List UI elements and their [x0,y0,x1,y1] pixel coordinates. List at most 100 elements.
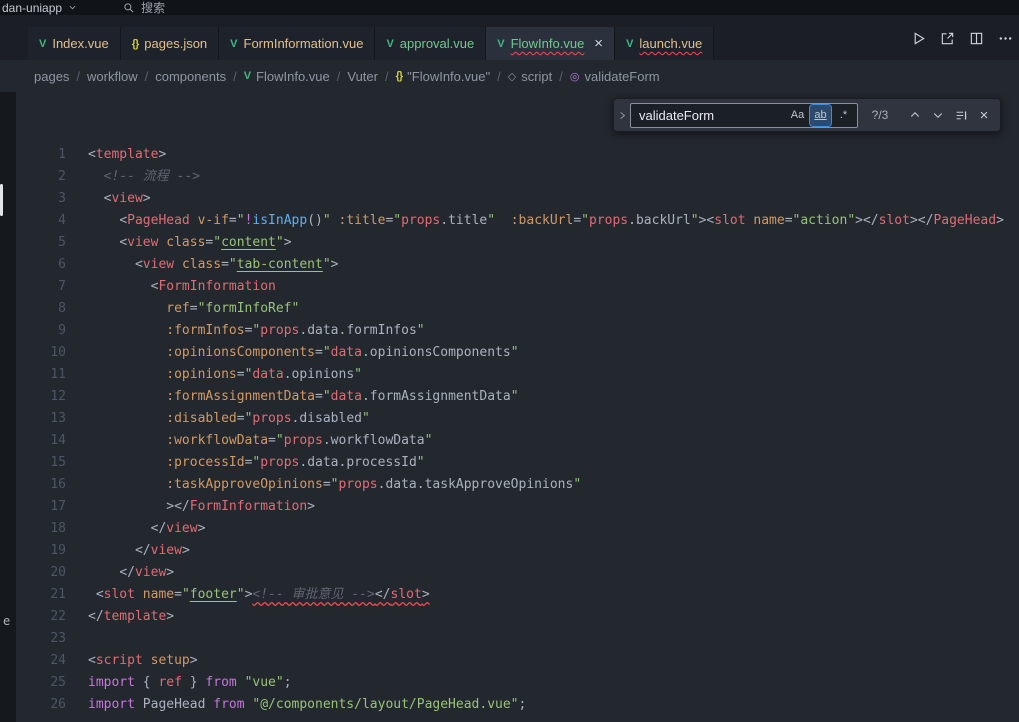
chevron-down-icon[interactable] [68,3,77,12]
breadcrumb-item-FlowInfo.vue[interactable]: {}"FlowInfo.vue" [396,69,491,84]
line-number: 11 [16,364,66,386]
vue-icon: V [244,70,251,82]
tab-Index.vue[interactable]: VIndex.vue [28,27,121,60]
next-match-icon[interactable] [928,105,948,125]
breadcrumb-item-script[interactable]: ◇script [508,69,553,84]
code-line-2[interactable]: 2 <!-- 流程 --> [16,166,1019,188]
line-number: 24 [16,650,66,672]
code-line-20[interactable]: 20 </view> [16,562,1019,584]
toggle-replace-icon[interactable] [614,99,630,131]
breadcrumb-separator: / [76,69,80,84]
project-name[interactable]: dan-uniapp [2,1,62,15]
more-actions-icon[interactable] [995,28,1015,48]
find-query-text[interactable]: validateForm [639,108,785,123]
open-preview-icon[interactable] [937,28,957,48]
breadcrumb-separator: / [497,69,501,84]
code-line-18[interactable]: 18 </view> [16,518,1019,540]
line-number: 17 [16,496,66,518]
breadcrumb-item-validateForm[interactable]: ◎validateForm [570,69,660,84]
regex-button[interactable]: .* [833,105,854,126]
editor-actions [908,28,1015,48]
code-line-17[interactable]: 17 ></FormInformation> [16,496,1019,518]
line-number: 2 [16,166,66,188]
search-box[interactable]: 搜索 [123,0,165,15]
line-number: 3 [16,188,66,210]
code-line-8[interactable]: 8 ref="formInfoRef" [16,298,1019,320]
tab-pages.json[interactable]: {}pages.json [121,27,219,60]
code-line-15[interactable]: 15 :processId="props.data.processId" [16,452,1019,474]
code-line-21[interactable]: 21 <slot name="footer"><!-- 审批意见 --></sl… [16,584,1019,606]
close-icon[interactable]: × [974,105,994,125]
breadcrumb-label: validateForm [584,69,659,84]
code-line-25[interactable]: 25import { ref } from "vue"; [16,672,1019,694]
split-editor-icon[interactable] [966,28,986,48]
breadcrumb-label: script [521,69,552,84]
code-text: <slot name="footer"><!-- 审批意见 --></slot> [88,584,430,606]
code-line-24[interactable]: 24<script setup> [16,650,1019,672]
code-line-22[interactable]: 22 </template> [16,606,1019,628]
find-input[interactable]: validateForm Aa ab .* [630,103,858,128]
code-line-7[interactable]: 7 <FormInformation [16,276,1019,298]
code-text: :opinions="data.opinions" [88,364,362,386]
code-line-9[interactable]: 9 :formInfos="props.data.formInfos" [16,320,1019,342]
line-number: 18 [16,518,66,540]
tab-approval.vue[interactable]: Vapproval.vue [375,27,486,60]
code-text: </template> [88,606,174,628]
stray-fragment: e [3,614,10,628]
code-line-13[interactable]: 13 :disabled="props.disabled" [16,408,1019,430]
code-line-6[interactable]: 6 <view class="tab-content"> [16,254,1019,276]
vue-file-icon: V [39,38,46,50]
code-line-19[interactable]: 19 </view> [16,540,1019,562]
line-number: 15 [16,452,66,474]
code-line-3[interactable]: 3 <view> [16,188,1019,210]
code-line-5[interactable]: 5 <view class="content"> [16,232,1019,254]
tab-FlowInfo.vue[interactable]: VFlowInfo.vue× [486,27,615,60]
line-number: 22 [16,606,66,628]
code-line-12[interactable]: 12 :formAssignmentData="data.formAssignm… [16,386,1019,408]
code-line-11[interactable]: 11 :opinions="data.opinions" [16,364,1019,386]
code-text: </view> [88,540,190,562]
line-number: 7 [16,276,66,298]
breadcrumb-separator: / [233,69,237,84]
code-text: <PageHead v-if="!isInApp()" :title="prop… [88,210,1004,232]
breadcrumb-label: Vuter [347,69,378,84]
breadcrumb-label: pages [34,69,69,84]
find-results-count: ?/3 [866,108,894,122]
code-area[interactable]: 1<template>2 <!-- 流程 -->3 <view>4 <PageH… [16,92,1019,722]
line-number: 8 [16,298,66,320]
code-line-23[interactable]: 23 [16,628,1019,650]
breadcrumb-item-Vuter[interactable]: Vuter [347,69,378,84]
code-line-26[interactable]: 26import PageHead from "@/components/lay… [16,694,1019,716]
breadcrumb-label: FlowInfo.vue [256,69,330,84]
code-text: import { ref } from "vue"; [88,672,292,694]
tab-FormInformation.vue[interactable]: VFormInformation.vue [219,27,375,60]
code-line-1[interactable]: 1<template> [16,144,1019,166]
line-number: 16 [16,474,66,496]
line-number: 19 [16,540,66,562]
active-item-indicator [0,184,3,216]
tab-launch.vue[interactable]: Vlaunch.vue [615,27,714,60]
code-text: <view class="tab-content"> [88,254,338,276]
breadcrumb-item-pages[interactable]: pages [34,69,69,84]
search-icon [123,2,135,14]
breadcrumb-item-workflow[interactable]: workflow [87,69,138,84]
line-number: 14 [16,430,66,452]
code-line-14[interactable]: 14 :workflowData="props.workflowData" [16,430,1019,452]
find-in-selection-icon[interactable] [951,105,971,125]
code-line-4[interactable]: 4 <PageHead v-if="!isInApp()" :title="pr… [16,210,1019,232]
code-text: <FormInformation [88,276,276,298]
run-icon[interactable] [908,28,928,48]
code-text: :disabled="props.disabled" [88,408,370,430]
breadcrumb-item-FlowInfo.vue[interactable]: V FlowInfo.vue [244,69,330,84]
line-number: 20 [16,562,66,584]
whole-word-button[interactable]: ab [810,105,831,126]
close-icon[interactable]: × [594,36,603,51]
code-line-16[interactable]: 16 :taskApproveOpinions="props.data.task… [16,474,1019,496]
previous-match-icon[interactable] [905,105,925,125]
code-line-10[interactable]: 10 :opinionsComponents="data.opinionsCom… [16,342,1019,364]
vue-file-icon: V [497,38,504,50]
breadcrumb-item-components[interactable]: components [155,69,226,84]
match-case-button[interactable]: Aa [787,105,808,126]
code-text: :taskApproveOpinions="props.data.taskApp… [88,474,581,496]
breadcrumb-label: components [155,69,226,84]
